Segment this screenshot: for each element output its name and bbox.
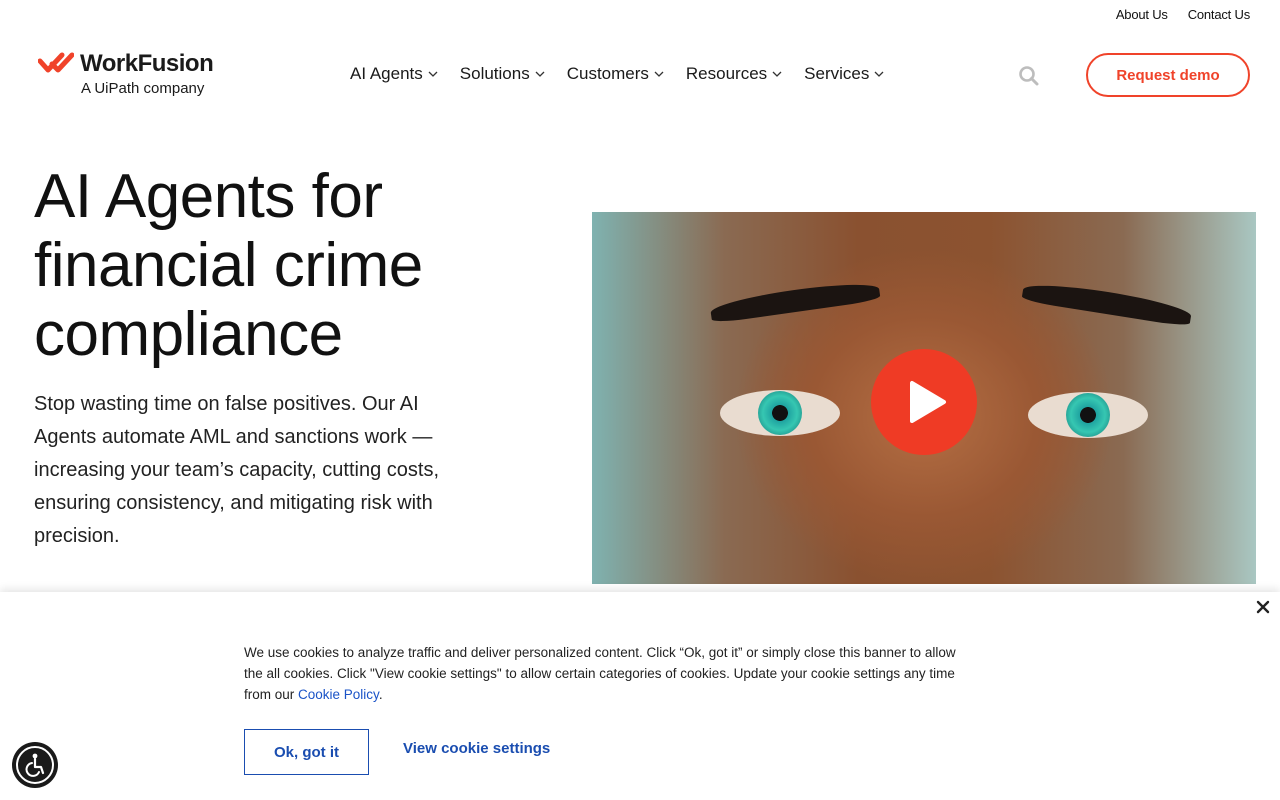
request-demo-button[interactable]: Request demo bbox=[1086, 53, 1250, 97]
chevron-down-icon bbox=[428, 71, 438, 77]
nav-item-ai-agents[interactable]: AI Agents bbox=[350, 64, 438, 84]
hero-video[interactable] bbox=[592, 212, 1256, 584]
about-us-link[interactable]: About Us bbox=[1116, 7, 1168, 22]
nav-item-resources[interactable]: Resources bbox=[686, 64, 782, 84]
nav-item-label: Resources bbox=[685, 64, 768, 83]
cookie-banner: We use cookies to analyze traffic and de… bbox=[0, 592, 1280, 800]
close-icon bbox=[1256, 600, 1270, 614]
ok-got-it-button[interactable]: Ok, got it bbox=[244, 729, 369, 775]
nav-item-label: Services bbox=[804, 64, 870, 83]
chevron-down-icon bbox=[874, 71, 884, 77]
nav-item-customers[interactable]: Customers bbox=[567, 64, 664, 84]
utility-nav: About Us Contact Us bbox=[1116, 7, 1250, 22]
cookie-close-button[interactable] bbox=[1256, 600, 1270, 614]
video-thumbnail-detail bbox=[1021, 278, 1193, 328]
cookie-policy-link[interactable]: Cookie Policy bbox=[298, 687, 379, 702]
workfusion-check-icon bbox=[38, 52, 74, 73]
play-icon bbox=[910, 381, 946, 423]
nav-item-label: AI Agents bbox=[350, 64, 423, 83]
logo-tagline: A UiPath company bbox=[81, 80, 205, 97]
chevron-down-icon bbox=[535, 71, 545, 77]
chevron-down-icon bbox=[772, 71, 782, 77]
main-nav: AI Agents Solutions Customers Resources … bbox=[350, 64, 884, 84]
nav-item-label: Solutions bbox=[459, 64, 530, 83]
view-cookie-settings-link[interactable]: View cookie settings bbox=[403, 740, 550, 757]
hero-title: AI Agents for financial crime compliance bbox=[34, 162, 423, 369]
video-thumbnail-detail bbox=[709, 278, 881, 324]
hero-subtitle: Stop wasting time on false positives. Ou… bbox=[34, 393, 439, 547]
nav-item-label: Customers bbox=[566, 64, 649, 83]
play-button[interactable] bbox=[871, 349, 977, 455]
accessibility-button[interactable] bbox=[12, 742, 58, 788]
cookie-text: We use cookies to analyze traffic and de… bbox=[244, 645, 956, 702]
chevron-down-icon bbox=[654, 71, 664, 77]
search-button[interactable] bbox=[1018, 65, 1040, 87]
video-thumbnail-detail bbox=[720, 390, 840, 436]
accessibility-icon bbox=[16, 746, 54, 784]
nav-item-solutions[interactable]: Solutions bbox=[460, 64, 545, 84]
video-thumbnail-detail bbox=[1028, 392, 1148, 438]
logo-name: WorkFusion bbox=[80, 50, 214, 77]
logo[interactable]: WorkFusion A UiPath company bbox=[38, 50, 238, 100]
contact-us-link[interactable]: Contact Us bbox=[1188, 7, 1251, 22]
search-icon bbox=[1019, 66, 1039, 86]
nav-item-services[interactable]: Services bbox=[804, 64, 884, 84]
